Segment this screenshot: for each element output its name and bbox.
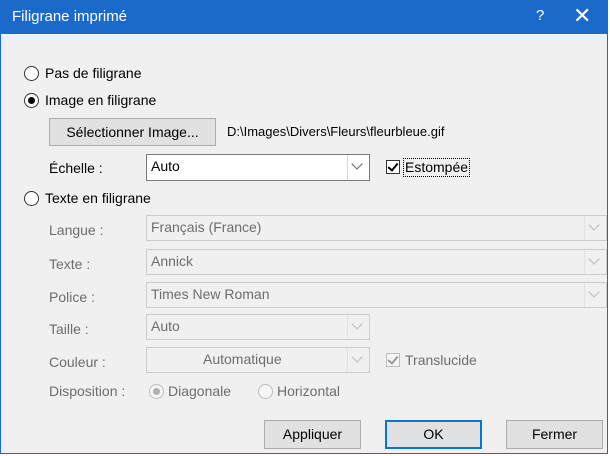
scale-dropdown[interactable]: Auto xyxy=(146,154,370,181)
size-label: Taille : xyxy=(49,321,89,337)
font-label: Police : xyxy=(49,289,95,305)
color-label: Couleur : xyxy=(49,354,106,370)
color-value: Automatique xyxy=(203,351,282,367)
scale-value: Auto xyxy=(151,158,180,174)
color-dropdown[interactable]: Automatique xyxy=(146,347,370,373)
font-value: Times New Roman xyxy=(151,286,270,302)
printed-watermark-dialog: Filigrane imprimé ? ✕ Pas de filigrane I… xyxy=(0,0,608,454)
washout-checkbox[interactable] xyxy=(386,160,400,174)
checkmark-icon xyxy=(387,160,399,172)
title-bar: Filigrane imprimé ? ✕ xyxy=(1,1,607,34)
text-watermark-radio[interactable] xyxy=(24,191,39,206)
horizontal-label[interactable]: Horizontal xyxy=(277,383,340,399)
size-dropdown-arrow[interactable] xyxy=(347,315,369,339)
apply-button[interactable]: Appliquer xyxy=(264,420,361,449)
diagonal-radio[interactable] xyxy=(149,384,164,399)
picture-watermark-radio[interactable] xyxy=(24,93,39,108)
chevron-down-icon xyxy=(351,158,363,170)
diagonal-label[interactable]: Diagonale xyxy=(168,383,231,399)
translucent-checkbox[interactable] xyxy=(386,353,400,367)
chevron-down-icon xyxy=(351,351,363,363)
size-dropdown[interactable]: Auto xyxy=(146,314,370,340)
layout-label: Disposition : xyxy=(49,383,126,399)
radio-selected-dot xyxy=(153,388,160,395)
text-label: Texte : xyxy=(49,256,91,272)
font-dropdown-arrow[interactable] xyxy=(584,283,606,307)
language-dropdown[interactable]: Français (France) xyxy=(146,215,607,241)
font-dropdown[interactable]: Times New Roman xyxy=(146,282,607,308)
language-value: Français (France) xyxy=(151,219,262,235)
no-watermark-label[interactable]: Pas de filigrane xyxy=(45,65,142,81)
text-dropdown-arrow[interactable] xyxy=(584,250,606,274)
radio-selected-dot xyxy=(28,97,35,104)
chevron-down-icon xyxy=(588,286,600,298)
scale-dropdown-arrow[interactable] xyxy=(347,155,369,180)
text-dropdown[interactable]: Annick xyxy=(146,249,607,275)
ok-button[interactable]: OK xyxy=(385,420,482,449)
chevron-down-icon xyxy=(588,219,600,231)
translucent-label[interactable]: Translucide xyxy=(405,352,477,368)
language-dropdown-arrow[interactable] xyxy=(584,216,606,240)
horizontal-radio[interactable] xyxy=(258,384,273,399)
chevron-down-icon xyxy=(588,253,600,265)
picture-path: D:\Images\Divers\Fleurs\fleurbleue.gif xyxy=(227,124,445,139)
scale-label: Échelle : xyxy=(49,160,103,176)
select-picture-button[interactable]: Sélectionner Image... xyxy=(49,118,216,146)
picture-watermark-label[interactable]: Image en filigrane xyxy=(45,92,156,108)
language-label: Langue : xyxy=(49,222,104,238)
size-value: Auto xyxy=(151,318,180,334)
chevron-down-icon xyxy=(351,318,363,330)
close-icon[interactable]: ✕ xyxy=(573,3,591,29)
color-dropdown-arrow[interactable] xyxy=(347,348,369,372)
text-value: Annick xyxy=(151,253,194,269)
washout-label[interactable]: Estompée xyxy=(403,158,471,177)
no-watermark-radio[interactable] xyxy=(24,66,39,81)
checkmark-icon xyxy=(387,353,399,365)
text-watermark-label[interactable]: Texte en filigrane xyxy=(45,190,151,206)
dialog-title: Filigrane imprimé xyxy=(12,8,128,25)
help-icon[interactable]: ? xyxy=(536,7,544,24)
close-button[interactable]: Fermer xyxy=(506,420,603,449)
